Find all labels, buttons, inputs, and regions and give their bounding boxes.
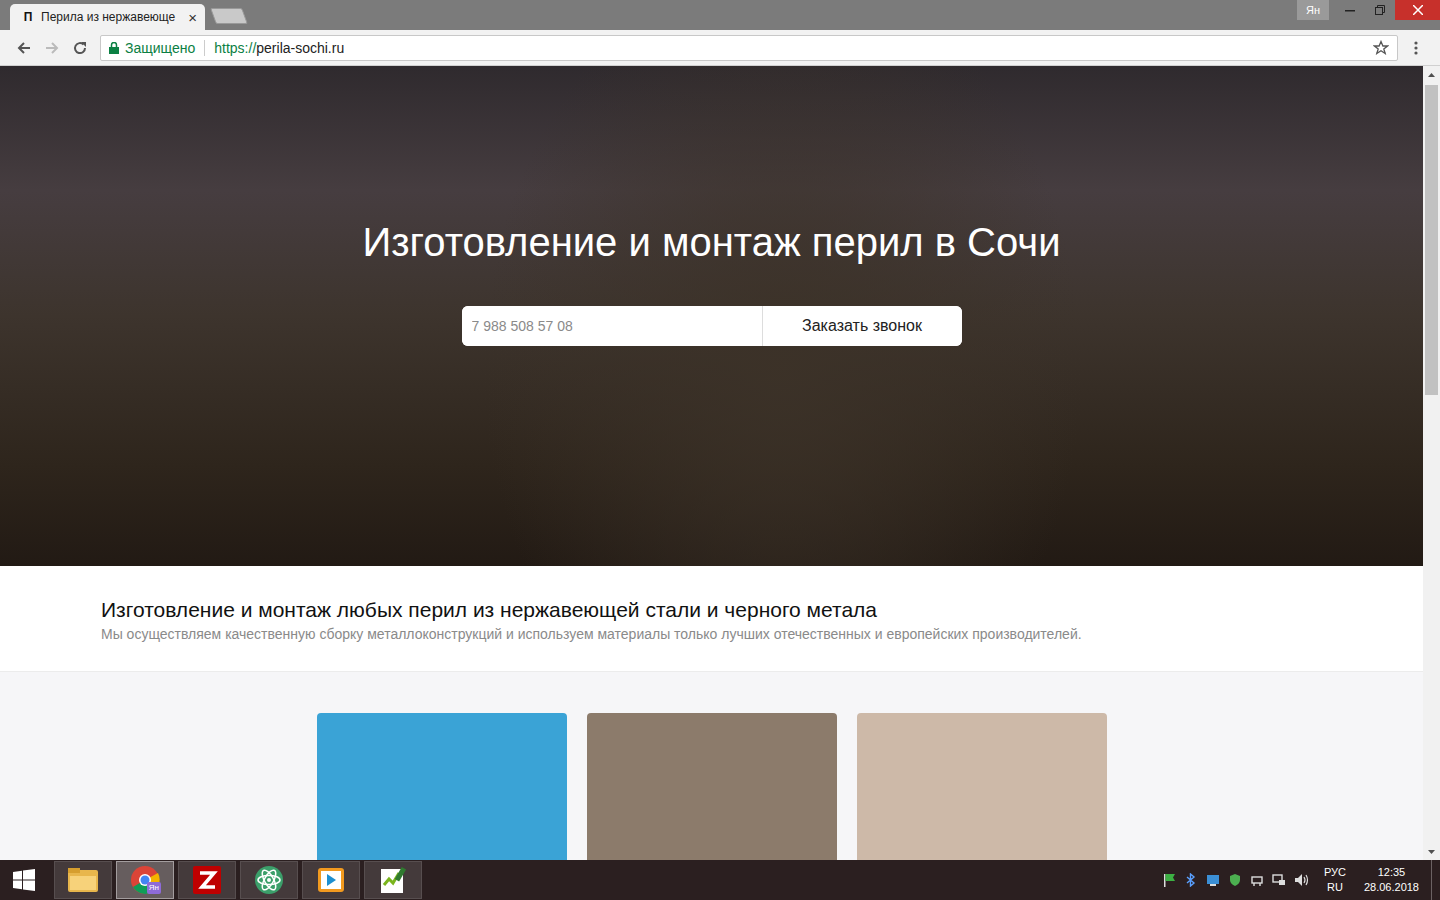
tab[interactable]: ППерила из нержавеюще× — [10, 4, 205, 30]
display-icon[interactable] — [1206, 873, 1220, 887]
gallery-card[interactable] — [317, 713, 567, 860]
profile-button[interactable]: Ян — [1297, 0, 1329, 20]
profile-badge: Ян — [147, 882, 161, 894]
security-icon[interactable] — [1228, 873, 1242, 887]
show-desktop-button[interactable] — [1431, 860, 1440, 900]
language-indicator[interactable]: РУСRU — [1324, 865, 1346, 895]
back-arrow-icon[interactable] — [10, 40, 38, 56]
taskbar-app[interactable] — [364, 861, 422, 899]
volume-icon[interactable] — [1294, 873, 1310, 887]
taskbar-app[interactable] — [302, 861, 360, 899]
restore-icon — [1375, 5, 1385, 15]
bluetooth-icon[interactable] — [1184, 873, 1198, 887]
reload-icon[interactable] — [66, 40, 94, 56]
usb-icon[interactable] — [1250, 873, 1264, 887]
system-tray: РУСRU 12:3528.06.2018 — [1154, 860, 1440, 900]
url: https://perila-sochi.ru — [214, 40, 344, 56]
media-player-icon — [316, 865, 346, 895]
folder-icon — [67, 866, 99, 894]
security-label: Защищено — [125, 40, 195, 56]
taskbar-app[interactable] — [54, 861, 112, 899]
scroll-down-icon[interactable] — [1423, 843, 1440, 860]
taskbar-app[interactable]: Ян — [116, 861, 174, 899]
favicon-icon: П — [22, 10, 34, 24]
order-call-button[interactable]: Заказать звонок — [762, 306, 962, 346]
start-button[interactable] — [0, 860, 48, 900]
intro-heading: Изготовление и монтаж любых перил из нер… — [101, 597, 1363, 623]
scrollbar-thumb[interactable] — [1425, 85, 1438, 395]
phone-input[interactable] — [462, 306, 762, 346]
tab-strip: ППерила из нержавеюще× Ян — [0, 0, 1440, 30]
windows-logo-icon — [13, 869, 35, 891]
clock[interactable]: 12:3528.06.2018 — [1364, 865, 1419, 895]
intro-text: Мы осуществляем качественную сборку мета… — [101, 625, 1363, 643]
callback-form: Заказать звонок — [462, 306, 962, 346]
tab-close-button[interactable]: × — [188, 9, 197, 26]
taskbar: Ян РУСRU 12:3528.06.2018 — [0, 860, 1440, 900]
scroll-up-icon[interactable] — [1423, 66, 1440, 83]
lock-icon — [109, 42, 119, 54]
flag-icon[interactable] — [1162, 873, 1176, 887]
page-viewport: Изготовление и монтаж перил в Сочи Заказа… — [0, 66, 1440, 860]
taskbar-app[interactable] — [178, 861, 236, 899]
hero-section: Изготовление и монтаж перил в Сочи Заказа… — [0, 66, 1423, 566]
desktop: ППерила из нержавеюще× Ян Защищено https://… — [0, 0, 1440, 900]
new-tab-button[interactable] — [210, 8, 248, 24]
forward-arrow-icon[interactable] — [38, 40, 66, 56]
scrollbar[interactable] — [1423, 66, 1440, 860]
toolbar: Защищено https://perila-sochi.ru — [0, 30, 1440, 66]
notepad-icon — [378, 865, 408, 895]
star-icon[interactable] — [1373, 40, 1389, 56]
gallery-section — [0, 672, 1423, 860]
hero-title: Изготовление и монтаж перил в Сочи — [362, 218, 1060, 266]
minimize-icon — [1345, 5, 1355, 15]
address-bar[interactable]: Защищено https://perila-sochi.ru — [100, 35, 1398, 61]
close-button[interactable] — [1395, 0, 1440, 20]
network-icon[interactable] — [1272, 873, 1286, 887]
restore-button[interactable] — [1365, 0, 1395, 20]
intro-section: Изготовление и монтаж любых перил из нер… — [0, 566, 1423, 672]
minimize-button[interactable] — [1335, 0, 1365, 20]
browser-window: ППерила из нержавеюще× Ян Защищено https://… — [0, 0, 1440, 860]
filezilla-icon — [192, 865, 222, 895]
taskbar-app[interactable] — [240, 861, 298, 899]
gallery-card[interactable] — [857, 713, 1107, 860]
gallery-card[interactable] — [587, 713, 837, 860]
web-page: Изготовление и монтаж перил в Сочи Заказа… — [0, 66, 1423, 860]
close-icon — [1413, 5, 1423, 15]
menu-icon[interactable] — [1402, 40, 1430, 56]
atom-icon — [254, 865, 284, 895]
